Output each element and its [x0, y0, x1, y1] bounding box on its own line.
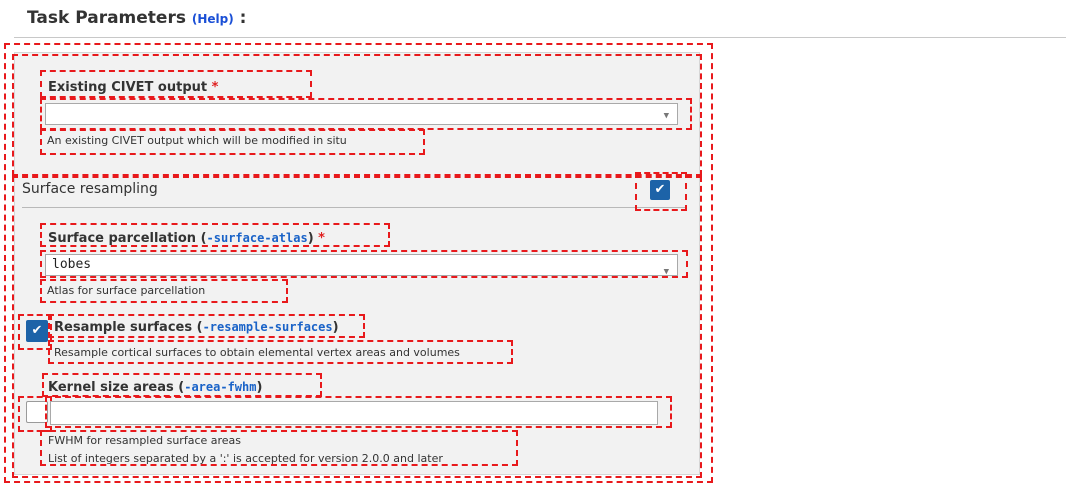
outline-resample-surfaces-hint: [48, 340, 513, 364]
outline-resample-surfaces-label: [48, 314, 365, 338]
outline-kernel-size-areas-label: [42, 373, 322, 397]
page-title-text: Task Parameters: [27, 8, 186, 28]
outline-existing-output-label: [40, 70, 312, 98]
outline-existing-output-hint: [40, 129, 425, 155]
help-link[interactable]: (Help): [192, 12, 234, 26]
outline-surface-parcellation-hint: [40, 279, 288, 303]
outline-kernel-size-areas-hint: [40, 430, 518, 466]
outline-surface-resampling-checkbox: [635, 172, 687, 211]
header-divider: [14, 37, 1066, 38]
surface-resampling-title: Surface resampling: [22, 181, 158, 197]
outline-surface-parcellation-select: [40, 250, 688, 278]
title-colon: :: [239, 8, 247, 28]
outline-existing-output-select: [40, 98, 692, 130]
surface-resampling-divider: [22, 207, 686, 208]
page-title: Task Parameters (Help) :: [27, 8, 246, 28]
outline-surface-parcellation-label: [40, 223, 390, 247]
outline-resample-surfaces-checkbox: [18, 314, 52, 350]
outline-kernel-size-areas-input: [45, 396, 672, 428]
